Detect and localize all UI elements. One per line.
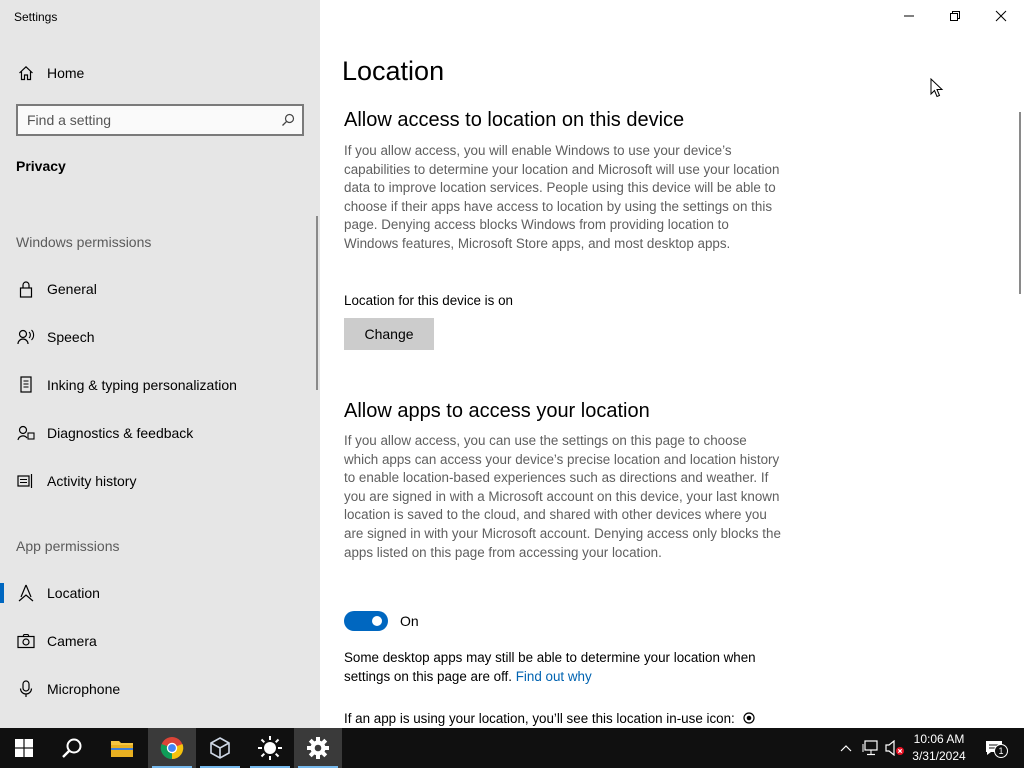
activity-history-icon	[16, 471, 36, 491]
sidebar-item-label: Location	[47, 585, 100, 601]
sidebar-item-label: Activity history	[47, 473, 137, 489]
sidebar-item-speech[interactable]: Speech	[0, 317, 320, 357]
section-heading-app-access: Allow apps to access your location	[344, 400, 650, 422]
sidebar-item-microphone[interactable]: Microphone	[0, 669, 320, 709]
settings-search-box[interactable]	[16, 104, 304, 136]
main-scrollbar[interactable]	[1019, 112, 1021, 294]
taskbar-settings[interactable]	[294, 728, 342, 768]
device-access-description: If you allow access, you will enable Win…	[344, 143, 780, 251]
sidebar-item-label: Speech	[47, 329, 95, 345]
clock-date: 3/31/2024	[912, 749, 966, 763]
start-button[interactable]	[0, 728, 48, 768]
sidebar-item-camera[interactable]: Camera	[0, 621, 320, 661]
app-location-toggle[interactable]	[344, 611, 388, 631]
restore-button[interactable]	[932, 0, 978, 32]
desktop-apps-note: Some desktop apps may still be able to d…	[344, 649, 784, 686]
chevron-up-icon	[840, 745, 852, 752]
mouse-cursor-icon	[930, 78, 944, 98]
category-heading: Privacy	[16, 158, 66, 174]
microphone-icon	[16, 679, 36, 699]
close-icon	[995, 10, 1007, 22]
find-out-why-link[interactable]: Find out why	[516, 669, 592, 684]
close-button[interactable]	[978, 0, 1024, 32]
change-button[interactable]: Change	[344, 318, 434, 350]
notification-count-badge: 1	[994, 744, 1008, 758]
camera-icon	[16, 631, 36, 651]
sidebar-item-diagnostics[interactable]: Diagnostics & feedback	[0, 413, 320, 453]
search-icon[interactable]	[281, 113, 295, 127]
app-access-description: If you allow access, you can use the set…	[344, 433, 781, 560]
page-title: Location	[342, 56, 445, 86]
sidebar-item-activity-history[interactable]: Activity history	[0, 461, 320, 501]
location-in-use-icon	[742, 712, 755, 724]
chrome-icon	[160, 737, 184, 760]
diagnostics-icon	[16, 423, 36, 443]
volume-status[interactable]	[884, 738, 906, 758]
restore-icon	[950, 11, 960, 21]
inking-icon	[16, 375, 36, 395]
location-icon	[16, 583, 36, 603]
taskbar-chrome[interactable]	[148, 728, 196, 768]
taskbar-file-explorer[interactable]	[98, 728, 146, 768]
sidebar-item-location[interactable]: Location	[0, 573, 320, 613]
taskbar-brightness[interactable]	[246, 728, 294, 768]
network-icon	[862, 740, 878, 756]
taskbar-search-button[interactable]	[48, 728, 96, 768]
sidebar-scrollbar[interactable]	[316, 216, 318, 390]
show-hidden-icons-button[interactable]	[836, 738, 856, 758]
action-center-button[interactable]: 1	[980, 738, 1008, 758]
minimize-button[interactable]	[886, 0, 932, 32]
sidebar-item-label: General	[47, 281, 97, 297]
app-title: Settings	[14, 10, 58, 24]
home-icon	[16, 63, 36, 83]
sidebar-item-label: Microphone	[47, 681, 121, 697]
virtualbox-icon	[210, 737, 230, 759]
file-explorer-icon	[111, 741, 133, 757]
taskbar: 10:06 AM 3/31/2024 1	[0, 728, 1024, 768]
sidebar-item-inking-typing[interactable]: Inking & typing personalization	[0, 365, 320, 405]
windows-permissions-header: Windows permissions	[16, 234, 152, 250]
taskbar-virtualbox[interactable]	[196, 728, 244, 768]
settings-sidebar: Settings Home Privacy Windows permission…	[0, 0, 320, 728]
toggle-state-label: On	[400, 613, 419, 629]
search-icon	[62, 738, 82, 758]
brightness-icon	[258, 736, 282, 760]
section-heading-device-access: Allow access to location on this device	[344, 109, 685, 131]
start-icon	[15, 739, 33, 757]
toggle-knob	[372, 616, 382, 626]
clock-time: 10:06 AM	[913, 732, 965, 746]
minimize-icon	[904, 15, 914, 17]
sidebar-item-label: Home	[47, 65, 85, 81]
taskbar-clock[interactable]: 10:06 AM 3/31/2024	[906, 731, 972, 765]
sidebar-item-label: Inking & typing personalization	[47, 377, 237, 393]
sidebar-item-label: Diagnostics & feedback	[47, 425, 194, 441]
volume-muted-icon	[885, 740, 904, 756]
lock-icon	[16, 279, 36, 299]
in-use-note-text: If an app is using your location, you’ll…	[344, 711, 735, 726]
search-input[interactable]	[27, 111, 277, 129]
sidebar-item-label: Camera	[47, 633, 97, 649]
settings-icon	[307, 737, 329, 759]
device-location-status: Location for this device is on	[344, 293, 513, 308]
speech-icon	[16, 327, 36, 347]
network-status[interactable]	[860, 738, 882, 758]
sidebar-item-general[interactable]: General	[0, 269, 320, 309]
app-permissions-header: App permissions	[16, 538, 120, 554]
sidebar-item-home[interactable]: Home	[0, 53, 320, 93]
in-use-icon-note: If an app is using your location, you’ll…	[344, 710, 755, 729]
